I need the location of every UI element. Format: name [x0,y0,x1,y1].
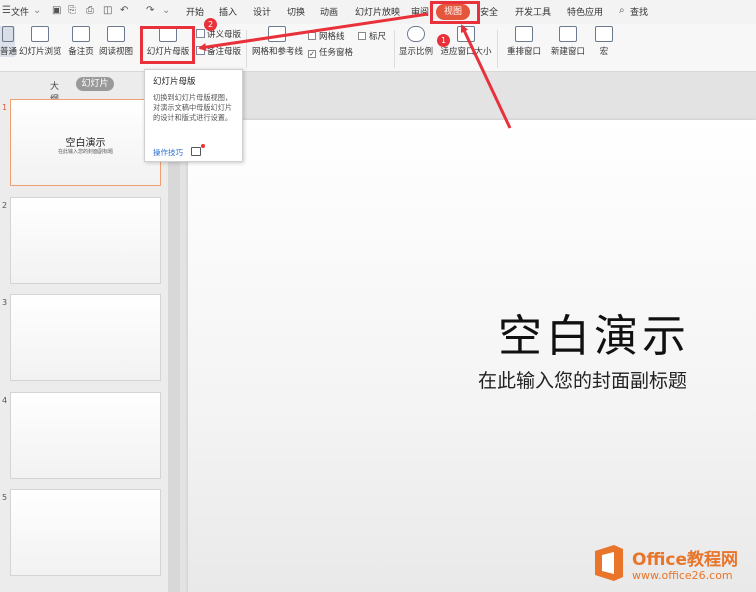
arrow-to-view-tab [460,24,512,129]
watermark-brand: Office教程网 [632,550,739,570]
arrow-to-slide-master [198,12,429,52]
annotation-arrows [198,12,512,129]
watermark: Office教程网 www.office26.com [592,543,752,587]
office-logo-icon [595,545,623,581]
watermark-url: www.office26.com [632,569,733,582]
